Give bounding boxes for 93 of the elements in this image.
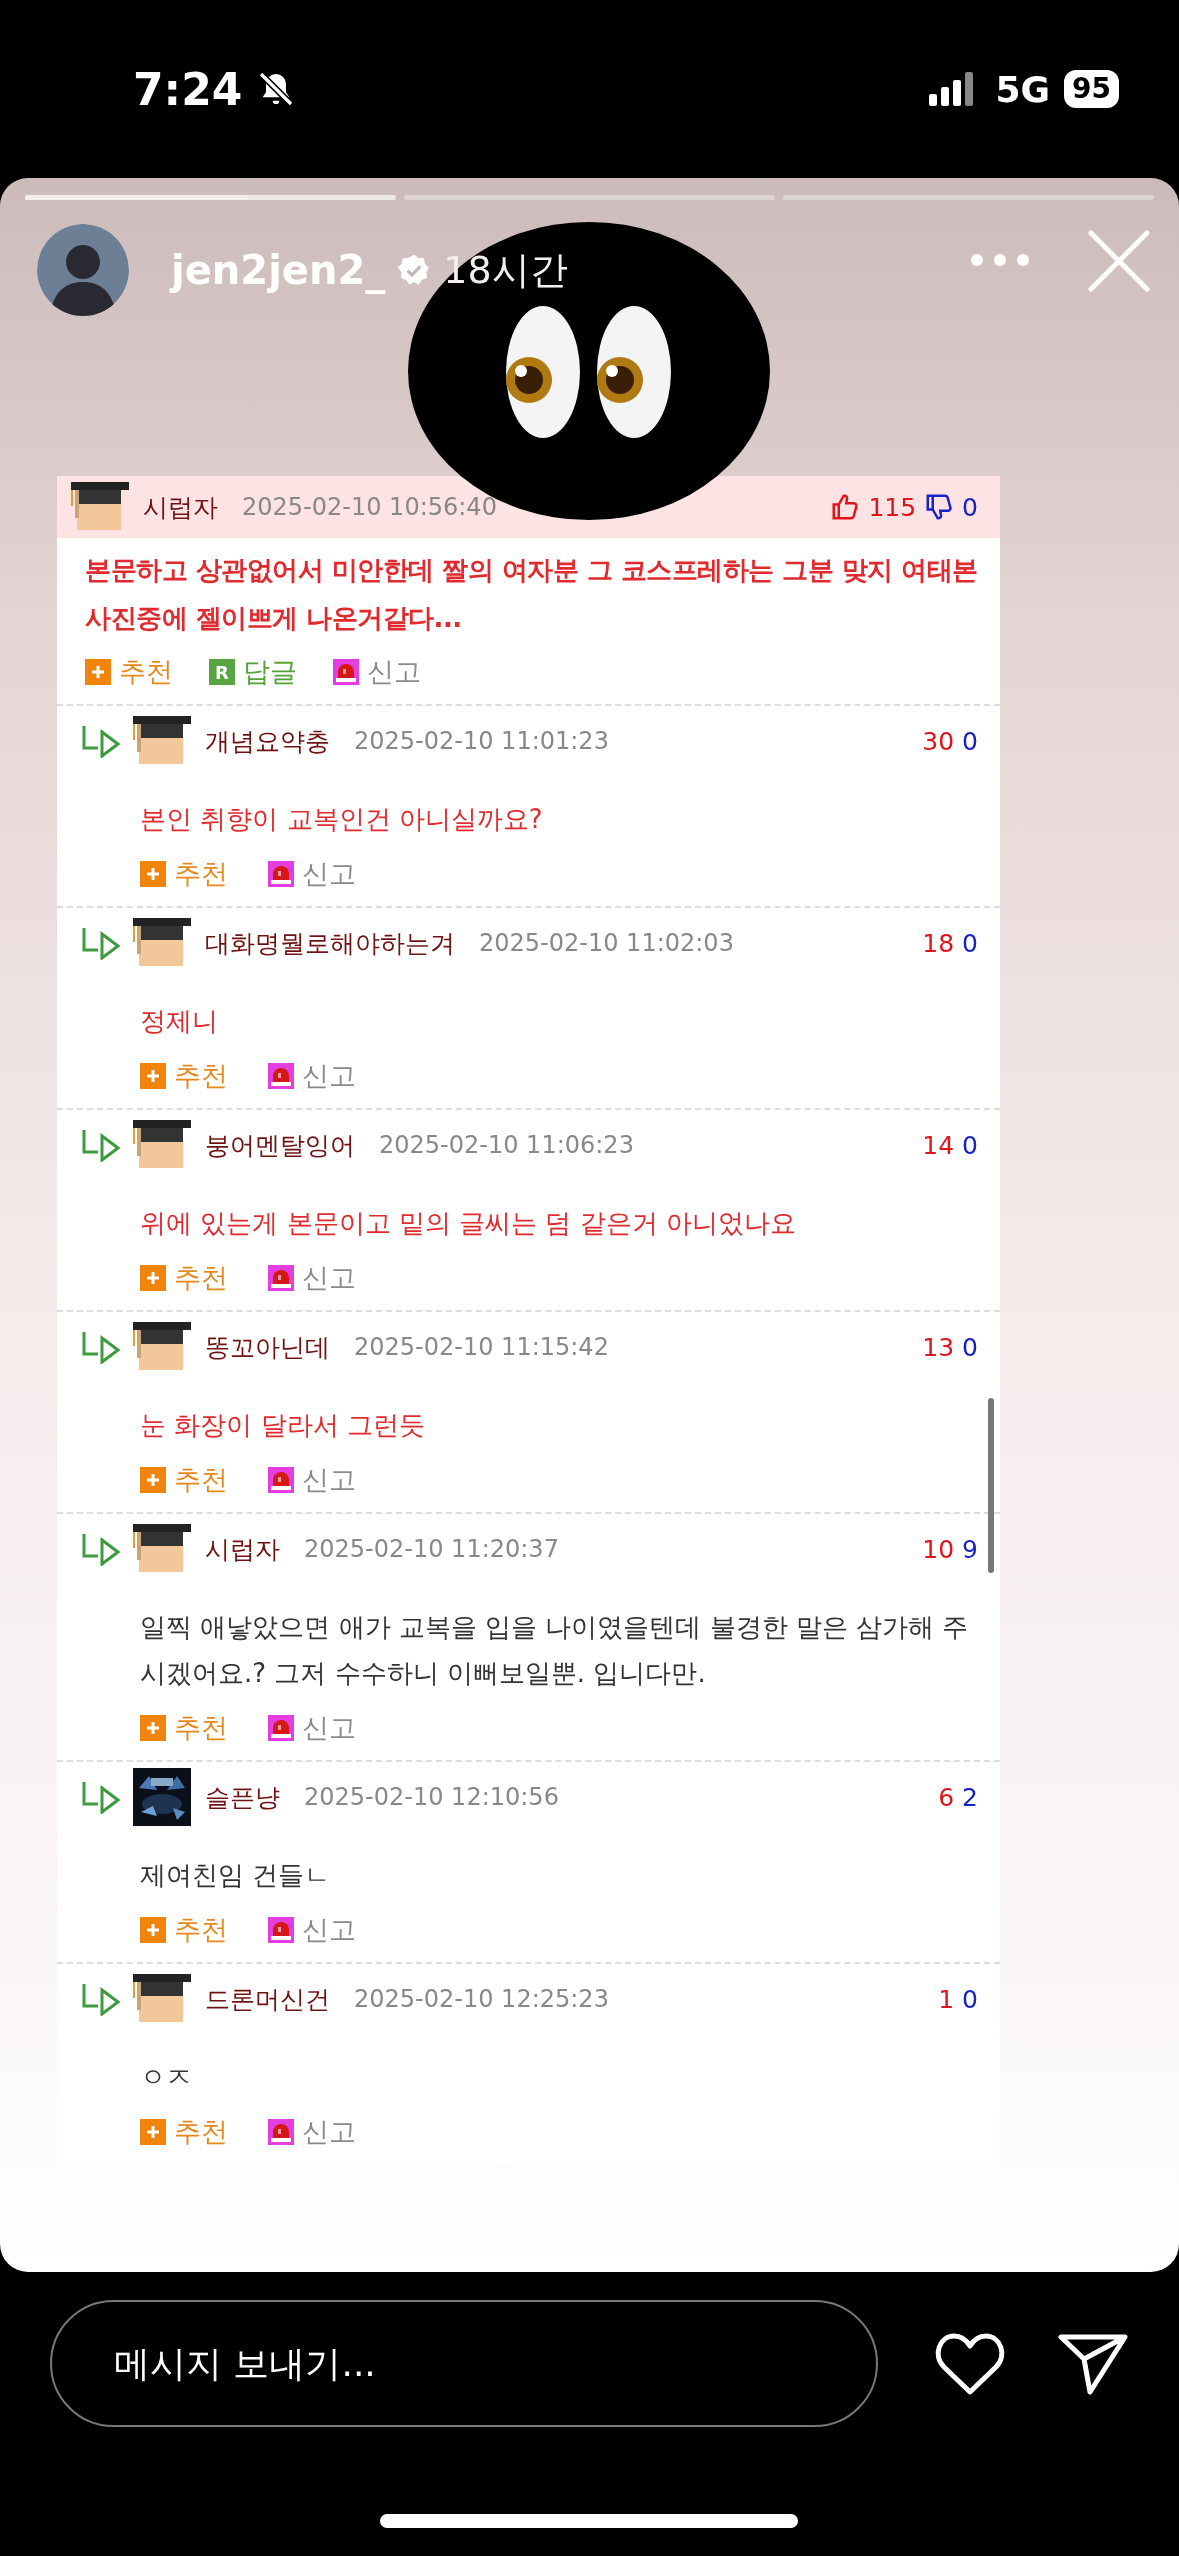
reply-arrow-icon (81, 724, 121, 758)
plus-icon (140, 1467, 166, 1493)
author-name[interactable]: 시럽자 (143, 490, 218, 524)
reply-arrow-icon (81, 1780, 121, 1814)
siren-icon (333, 659, 359, 685)
author-name[interactable]: 대화명뭘로해야하는겨 (205, 926, 455, 960)
dislike-count: 0 (962, 1130, 978, 1160)
siren-icon (268, 1715, 294, 1741)
thumbs-down-icon[interactable] (924, 492, 955, 522)
recommend-button[interactable]: 추천 (140, 1462, 228, 1498)
author-name[interactable]: 똥꼬아닌데 (205, 1330, 330, 1364)
reply-icon: R (209, 659, 235, 685)
message-field[interactable]: 메시지 보내기... (50, 2300, 878, 2427)
plus-icon (140, 1063, 166, 1089)
comment-date: 2025-02-10 11:20:37 (304, 1535, 559, 1563)
recommend-button[interactable]: 추천 (85, 654, 173, 690)
dislike-count: 0 (962, 928, 978, 958)
plus-icon (85, 659, 111, 685)
battery-level: 95 (1064, 70, 1119, 108)
siren-icon (268, 1917, 294, 1943)
network-type: 5G (995, 68, 1051, 110)
like-count: 13 (922, 1332, 955, 1362)
report-button[interactable]: 신고 (333, 654, 421, 690)
author-name[interactable]: 개념요약충 (205, 724, 330, 758)
comment-text: 제여친임 건들ㄴ (139, 1859, 332, 1892)
siren-icon (268, 1467, 294, 1493)
comment-text: 위에 있는게 본문이고 밑의 글씨는 덤 같은거 아니었나요 (139, 1207, 797, 1240)
like-count: 1 (938, 1984, 955, 2014)
reply-arrow-icon (81, 1128, 121, 1162)
plus-icon (140, 1917, 166, 1943)
report-button[interactable]: 신고 (268, 1710, 356, 1746)
siren-icon (268, 1063, 294, 1089)
comment-text: ㅇㅈ (139, 2061, 193, 2094)
dislike-count: 2 (962, 1782, 978, 1812)
comment-date: 2025-02-10 10:56:40 (242, 493, 497, 521)
signal-icon (929, 72, 976, 106)
like-count: 14 (922, 1130, 955, 1160)
siren-icon (268, 1265, 294, 1291)
report-button[interactable]: 신고 (268, 1260, 356, 1296)
plus-icon (140, 861, 166, 887)
like-count: 10 (922, 1534, 955, 1564)
comment-text: 본인 취향이 교복인건 아니실까요? (139, 803, 544, 836)
comment-text: 정제니 (139, 1005, 219, 1038)
clock-time: 7:24 (133, 63, 243, 115)
plus-icon (140, 1715, 166, 1741)
recommend-button[interactable]: 추천 (140, 856, 228, 892)
like-count: 115 (868, 492, 917, 522)
siren-icon (268, 2119, 294, 2145)
reply-arrow-icon (81, 1330, 121, 1364)
reply-arrow-icon (81, 1532, 121, 1566)
dislike-count: 0 (962, 1984, 978, 2014)
comment-date: 2025-02-10 11:15:42 (354, 1333, 609, 1361)
comment-date: 2025-02-10 12:25:23 (354, 1985, 609, 2013)
report-button[interactable]: 신고 (268, 856, 356, 892)
comment-text: 일찍 애낳았으면 애가 교복을 입을 나이였을텐데 불경한 말은 삼가해 주시겠어요.? 그저 수수하니 이뻐보일뿐. 입니다만. (139, 1611, 970, 1690)
thumbs-up-icon[interactable] (830, 492, 861, 522)
recommend-button[interactable]: 추천 (140, 1058, 228, 1094)
recommend-button[interactable]: 추천 (140, 1710, 228, 1746)
recommend-button[interactable]: 추천 (140, 1260, 228, 1296)
recommend-button[interactable]: 추천 (140, 2114, 228, 2150)
author-name[interactable]: 시럽자 (205, 1532, 280, 1566)
dislike-count: 0 (962, 726, 978, 756)
author-name[interactable]: 슬픈냥 (205, 1780, 280, 1814)
comment-date: 2025-02-10 11:06:23 (379, 1131, 634, 1159)
author-name[interactable]: 드론머신건 (205, 1982, 330, 2016)
like-count: 18 (922, 928, 955, 958)
like-count: 6 (938, 1782, 955, 1812)
comment-text: 본문하고 상관없어서 미안한데 짤의 여자분 그 코스프레하는 그분 맞지 여태본 사진중에 젤이쁘게 나온거같다... (84, 554, 979, 635)
report-button[interactable]: 신고 (268, 1912, 356, 1948)
scrollbar[interactable] (988, 1398, 994, 1573)
plus-icon (140, 2119, 166, 2145)
dislike-count: 9 (962, 1534, 978, 1564)
recommend-button[interactable]: 추천 (140, 1912, 228, 1948)
plus-icon (140, 1265, 166, 1291)
report-button[interactable]: 신고 (268, 1462, 356, 1498)
comment-date: 2025-02-10 11:02:03 (479, 929, 734, 957)
report-button[interactable]: 신고 (268, 1058, 356, 1094)
username[interactable]: jen2jen2_ (171, 247, 386, 293)
siren-icon (268, 861, 294, 887)
like-count: 30 (922, 726, 955, 756)
avatar[interactable] (37, 224, 129, 316)
comment-date: 2025-02-10 11:01:23 (354, 727, 609, 755)
dislike-count: 0 (962, 1332, 978, 1362)
report-button[interactable]: 신고 (268, 2114, 356, 2150)
reply-arrow-icon (81, 1982, 121, 2016)
heart-icon[interactable] (934, 2331, 1006, 2396)
author-name[interactable]: 붕어멘탈잉어 (205, 1128, 355, 1162)
comment-text: 눈 화장이 달라서 그런듯 (139, 1409, 426, 1442)
send-icon[interactable] (1058, 2332, 1128, 2395)
reply-button[interactable]: R 답글 (209, 654, 297, 690)
comment-date: 2025-02-10 12:10:56 (304, 1783, 559, 1811)
reply-arrow-icon (81, 926, 121, 960)
dislike-count: 0 (962, 492, 978, 522)
